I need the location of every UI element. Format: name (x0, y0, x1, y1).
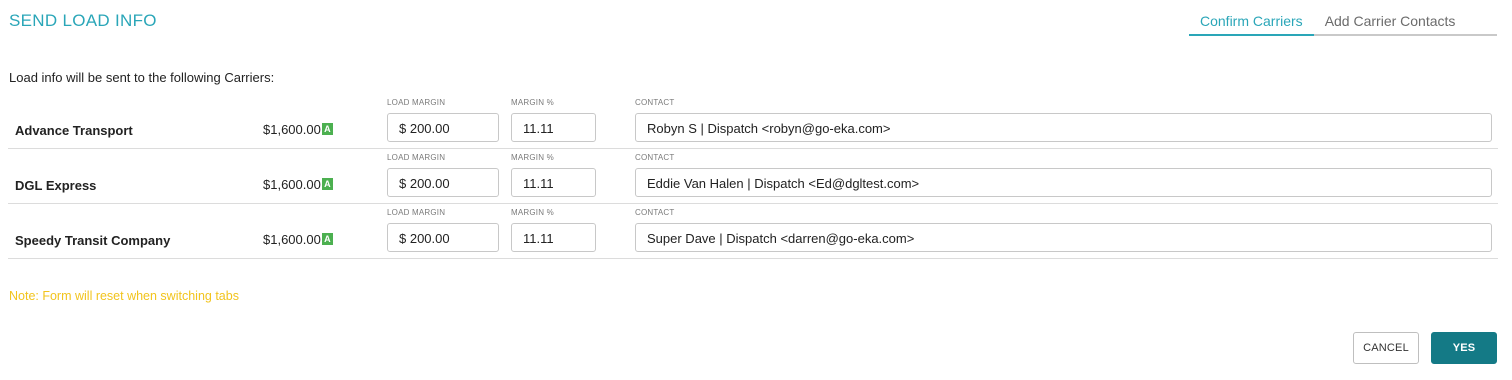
margin-pct-input[interactable]: 11.11 (511, 113, 596, 142)
amount-value: $1,600.00 (263, 122, 321, 137)
load-margin-label: LOAD MARGIN (387, 153, 446, 162)
margin-pct-input[interactable]: 11.11 (511, 223, 596, 252)
load-margin-label: LOAD MARGIN (387, 208, 446, 217)
tab-add-carrier-contacts[interactable]: Add Carrier Contacts (1314, 10, 1467, 36)
load-margin-input[interactable]: $ 200.00 (387, 223, 499, 252)
carrier-badge: A (321, 122, 333, 135)
yes-button[interactable]: YES (1431, 332, 1497, 364)
carrier-row: DGL Express $1,600.00 A LOAD MARGIN MARG… (8, 149, 1498, 204)
margin-pct-label: MARGIN % (511, 208, 554, 217)
carrier-name: Advance Transport (15, 123, 133, 138)
contact-label: CONTACT (635, 98, 675, 107)
load-margin-label: LOAD MARGIN (387, 98, 446, 107)
carrier-amount: $1,600.00 A (263, 177, 333, 192)
tab-bar: Confirm Carriers Add Carrier Contacts (1189, 10, 1497, 36)
cancel-button[interactable]: CANCEL (1353, 332, 1419, 364)
margin-pct-input[interactable]: 11.11 (511, 168, 596, 197)
carrier-name: Speedy Transit Company (15, 233, 171, 248)
contact-input[interactable]: Robyn S | Dispatch <robyn@go-eka.com> (635, 113, 1492, 142)
carrier-list: Advance Transport $1,600.00 A LOAD MARGI… (8, 94, 1498, 259)
contact-label: CONTACT (635, 153, 675, 162)
carrier-name: DGL Express (15, 178, 97, 193)
carrier-amount: $1,600.00 A (263, 122, 333, 137)
load-margin-input[interactable]: $ 200.00 (387, 113, 499, 142)
contact-input[interactable]: Super Dave | Dispatch <darren@go-eka.com… (635, 223, 1492, 252)
margin-pct-label: MARGIN % (511, 153, 554, 162)
intro-text: Load info will be sent to the following … (9, 70, 275, 85)
send-load-info-dialog: SEND LOAD INFO Confirm Carriers Add Carr… (0, 0, 1512, 380)
contact-label: CONTACT (635, 208, 675, 217)
reset-note: Note: Form will reset when switching tab… (9, 289, 239, 303)
carrier-amount: $1,600.00 A (263, 232, 333, 247)
tab-confirm-carriers[interactable]: Confirm Carriers (1189, 10, 1314, 36)
margin-pct-label: MARGIN % (511, 98, 554, 107)
carrier-row: Speedy Transit Company $1,600.00 A LOAD … (8, 204, 1498, 259)
carrier-row: Advance Transport $1,600.00 A LOAD MARGI… (8, 94, 1498, 149)
load-margin-input[interactable]: $ 200.00 (387, 168, 499, 197)
amount-value: $1,600.00 (263, 232, 321, 247)
carrier-badge: A (321, 177, 333, 190)
page-title: SEND LOAD INFO (9, 11, 157, 30)
amount-value: $1,600.00 (263, 177, 321, 192)
carrier-badge: A (321, 232, 333, 245)
contact-input[interactable]: Eddie Van Halen | Dispatch <Ed@dgltest.c… (635, 168, 1492, 197)
